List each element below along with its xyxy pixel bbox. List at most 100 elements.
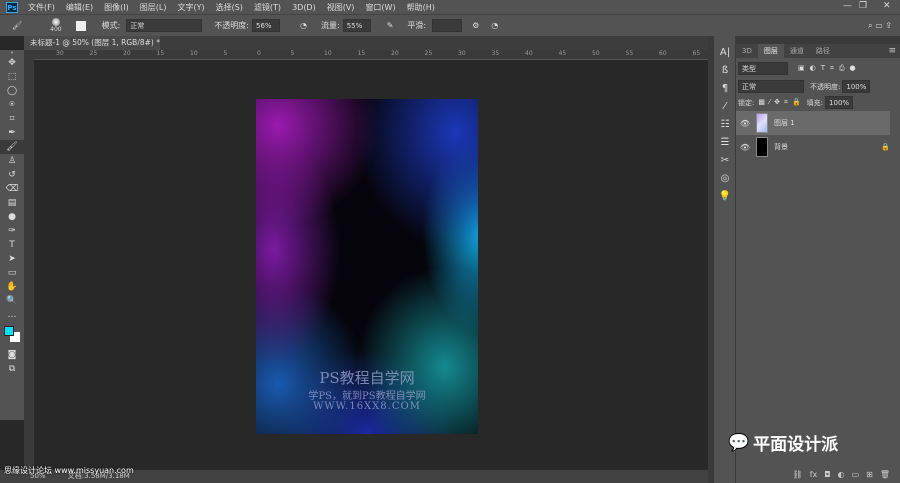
layer-thumbnail [756,137,768,157]
history-brush-icon[interactable]: ↺ [0,168,24,182]
ruler-tick: 40 [525,50,533,57]
menu-file[interactable]: 文件(F) [28,2,55,13]
layer-name[interactable]: 图层 1 [774,118,795,128]
menu-layer[interactable]: 图层(L) [140,2,167,13]
zoom-tool-icon[interactable]: 🔍 [0,294,24,308]
adjustment-layer-icon[interactable]: ◐ [838,470,845,479]
quick-select-icon[interactable]: ⍟ [0,98,24,112]
watermark-url: WWW.16XX8.COM [313,401,421,412]
menu-edit[interactable]: 编辑(E) [66,2,93,13]
menu-bar: Ps 文件(F) 编辑(E) 图像(I) 图层(L) 文字(Y) 选择(S) 滤… [0,0,900,14]
type-tool-icon[interactable]: T [0,238,24,252]
close-button[interactable]: ✕ [883,1,891,11]
brush-settings-icon[interactable]: ⁄ [714,98,736,116]
menu-image[interactable]: 图像(I) [104,2,129,13]
properties-icon[interactable]: ☰ [714,134,736,152]
airbrush-icon[interactable]: ✎ [387,21,394,30]
watermark-subtitle: 学PS，就到PS教程自学网 [308,391,426,402]
fill-field[interactable]: 100% [825,96,854,109]
path-select-icon[interactable]: ➤ [0,252,24,266]
lock-icons[interactable]: ▩⁄✥⌗🔒 [758,98,804,107]
restore-button[interactable]: ❐ [859,1,867,11]
document-tab[interactable]: 未标题-1 @ 50% (图层 1, RGB/8#) * × [24,36,160,61]
stamp-tool-icon[interactable]: ♙ [0,154,24,168]
panel-menu-icon[interactable]: ≡ [888,46,896,56]
shape-tool-icon[interactable]: ▭ [0,266,24,280]
menu-view[interactable]: 视图(V) [327,2,355,13]
styles-icon[interactable]: ◎ [714,170,736,188]
eraser-icon[interactable]: ⌫ [0,182,24,196]
tab-3d[interactable]: 3D [736,44,758,58]
layer-name[interactable]: 背景 [774,142,788,152]
more-tools-icon[interactable]: … [0,308,24,322]
tab-channels[interactable]: 通道 [784,44,810,58]
mode-select[interactable]: 正常 [126,19,203,32]
gear-icon[interactable]: ⚙ [472,21,479,30]
move-tool-icon[interactable]: ✥ [0,56,24,70]
group-icon[interactable]: ▭ [852,470,860,479]
watermark-title: PS教程自学网 [319,369,415,387]
adjustments-icon[interactable]: ☷ [714,116,736,134]
opacity-label: 不透明度: [214,21,250,30]
search-icon[interactable]: ⌕ ▭ ⇪ [868,21,892,31]
layer-row[interactable]: 👁 背景 🔒 [736,135,890,159]
eyedropper-icon[interactable]: ✒ [0,126,24,140]
layer-thumbnail [756,113,768,133]
menu-select[interactable]: 选择(S) [216,2,243,13]
document-canvas[interactable]: PS教程自学网 学PS，就到PS教程自学网 WWW.16XX8.COM [256,99,478,434]
character-panel-icon[interactable]: A| [714,44,736,62]
color-swatches[interactable] [0,322,24,348]
brand-text: 平面设计派 [753,435,839,455]
gradient-tool-icon[interactable]: ▤ [0,196,24,210]
hand-tool-icon[interactable]: ✋ [0,280,24,294]
filter-icons[interactable]: ▣◐T⌗⎙● [798,64,861,73]
collapsed-panels-strip: A| ß ¶ ⁄ ☷ ☰ ✂ ◎ 💡 [714,36,736,483]
layers-panel-footer: ⛓ fx ◘ ◐ ▭ ⊞ 🗑 [736,466,900,483]
learn-icon[interactable]: 💡 [714,188,736,206]
opacity-field[interactable]: 56% [252,19,281,32]
blend-mode-select[interactable]: 正常 [738,80,804,93]
glyphs-panel-icon[interactable]: ß [714,62,736,80]
crop-tool-icon[interactable]: ⌗ [0,112,24,126]
menu-help[interactable]: 帮助(H) [407,2,435,13]
menu-window[interactable]: 窗口(W) [365,2,395,13]
screen-mode-icon[interactable]: ⧉ [0,362,24,376]
pressure-opacity-icon[interactable]: ◔ [300,21,307,30]
menu-type[interactable]: 文字(Y) [177,2,204,13]
brush-preset-picker[interactable]: 400 [50,18,62,33]
layer-opacity-field[interactable]: 100% [842,80,871,93]
ruler-tick: 15 [156,50,165,57]
visibility-eye-icon[interactable]: 👁 [736,143,754,152]
flow-field[interactable]: 55% [342,19,371,32]
layer-row[interactable]: 👁 图层 1 [736,111,890,135]
brush-panel-toggle-icon[interactable] [75,20,86,31]
smoothing-field[interactable] [432,19,463,32]
new-layer-icon[interactable]: ⊞ [866,470,873,479]
layers-panel: 3D 图层 通道 路径 ≡ 类型 ▣◐T⌗⎙● 正常 不透明度: 100% 锁定: ▩… [736,36,900,483]
layer-filter-select[interactable]: 类型 [738,62,788,75]
menu-filter[interactable]: 滤镜(T) [254,2,281,13]
trash-icon[interactable]: 🗑 [880,470,890,479]
tab-layers[interactable]: 图层 [757,44,784,58]
link-icon[interactable]: ⛓ [793,470,803,479]
minimize-button[interactable]: — [843,1,852,11]
site-watermark: 思缘设计论坛 www.missyuan.com [4,466,134,475]
tool-presets-icon[interactable]: ✂ [714,152,736,170]
marquee-tool-icon[interactable]: ⬚ [0,70,24,84]
lasso-tool-icon[interactable]: ◯ [0,84,24,98]
mask-icon[interactable]: ◘ [824,470,830,479]
paragraph-panel-icon[interactable]: ¶ [714,80,736,98]
foreground-color[interactable] [4,326,14,336]
brush-tool-icon[interactable]: 🖌 [0,140,24,154]
lock-icon: 🔒 [881,143,890,151]
tab-paths[interactable]: 路径 [810,44,836,58]
brush-tool-icon[interactable]: 🖌 [12,21,22,30]
pressure-size-icon[interactable]: ◔ [491,21,498,30]
quick-mask-icon[interactable]: ◙ [0,348,24,362]
pen-tool-icon[interactable]: ✑ [0,224,24,238]
visibility-eye-icon[interactable]: 👁 [736,119,754,128]
dodge-tool-icon[interactable]: ● [0,210,24,224]
fx-icon[interactable]: fx [810,470,818,479]
menu-3d[interactable]: 3D(D) [292,3,316,12]
lock-label: 锁定: [738,98,755,107]
